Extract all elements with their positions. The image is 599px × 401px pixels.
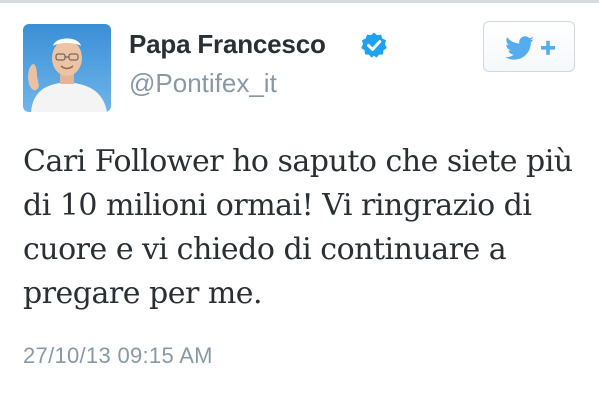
avatar[interactable] [23,24,111,112]
top-divider [0,0,599,3]
profile-photo-image [23,24,111,112]
author-display-name[interactable]: Papa Francesco [129,29,326,60]
verified-badge-icon [361,32,387,58]
tweet-timestamp[interactable]: 27/10/13 09:15 AM [23,343,213,369]
author-handle[interactable]: @Pontifex_it [129,68,277,99]
twitter-bird-plus-icon [505,36,555,60]
tweet-text: Cari Follower ho saputo che siete più di… [23,144,573,311]
follow-button[interactable] [483,21,575,72]
